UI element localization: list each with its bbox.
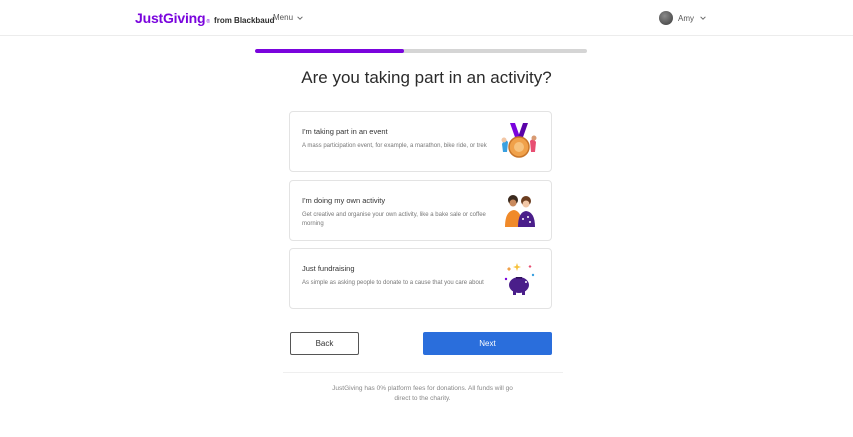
piggy-bank-icon bbox=[504, 263, 535, 295]
page-title: Are you taking part in an activity? bbox=[301, 68, 552, 87]
user-menu[interactable]: Amy bbox=[659, 11, 707, 25]
divider bbox=[283, 372, 563, 373]
logo-registered-mark: ® bbox=[206, 19, 211, 25]
option-description: Get creative and organise your own activ… bbox=[302, 212, 486, 227]
option-card-event[interactable]: I'm taking part in an event A mass parti… bbox=[289, 111, 552, 172]
user-name: Amy bbox=[678, 13, 694, 23]
next-button[interactable]: Next bbox=[423, 332, 552, 355]
option-description: As simple as asking people to donate to … bbox=[302, 280, 484, 286]
justgiving-logo[interactable]: JustGiving ® from Blackbaud bbox=[135, 10, 275, 26]
platform-fees-note: JustGiving has 0% platform fees for dona… bbox=[332, 385, 513, 402]
option-title: I'm doing my own activity bbox=[302, 196, 386, 205]
option-title: Just fundraising bbox=[302, 264, 355, 273]
progress-bar-fill bbox=[255, 49, 405, 53]
option-card-own-activity[interactable]: I'm doing my own activity Get creative a… bbox=[289, 180, 552, 241]
menu-label: Menu bbox=[273, 13, 294, 22]
option-card-just-fundraising[interactable]: Just fundraising As simple as asking peo… bbox=[289, 248, 552, 309]
logo-subtitle: from Blackbaud bbox=[214, 16, 275, 25]
progress-bar bbox=[255, 49, 587, 53]
top-nav: JustGiving ® from Blackbaud Menu Amy bbox=[0, 0, 853, 36]
avatar bbox=[659, 11, 673, 25]
option-title: I'm taking part in an event bbox=[302, 127, 388, 136]
back-button[interactable]: Back bbox=[290, 332, 359, 355]
chevron-down-icon bbox=[700, 16, 706, 20]
logo-wordmark: JustGiving bbox=[135, 10, 206, 26]
people-activity-icon bbox=[505, 195, 535, 227]
option-description: A mass participation event, for example,… bbox=[302, 143, 487, 149]
chevron-down-icon bbox=[297, 15, 303, 20]
menu-dropdown[interactable]: Menu bbox=[273, 13, 304, 22]
medal-icon bbox=[501, 123, 537, 158]
